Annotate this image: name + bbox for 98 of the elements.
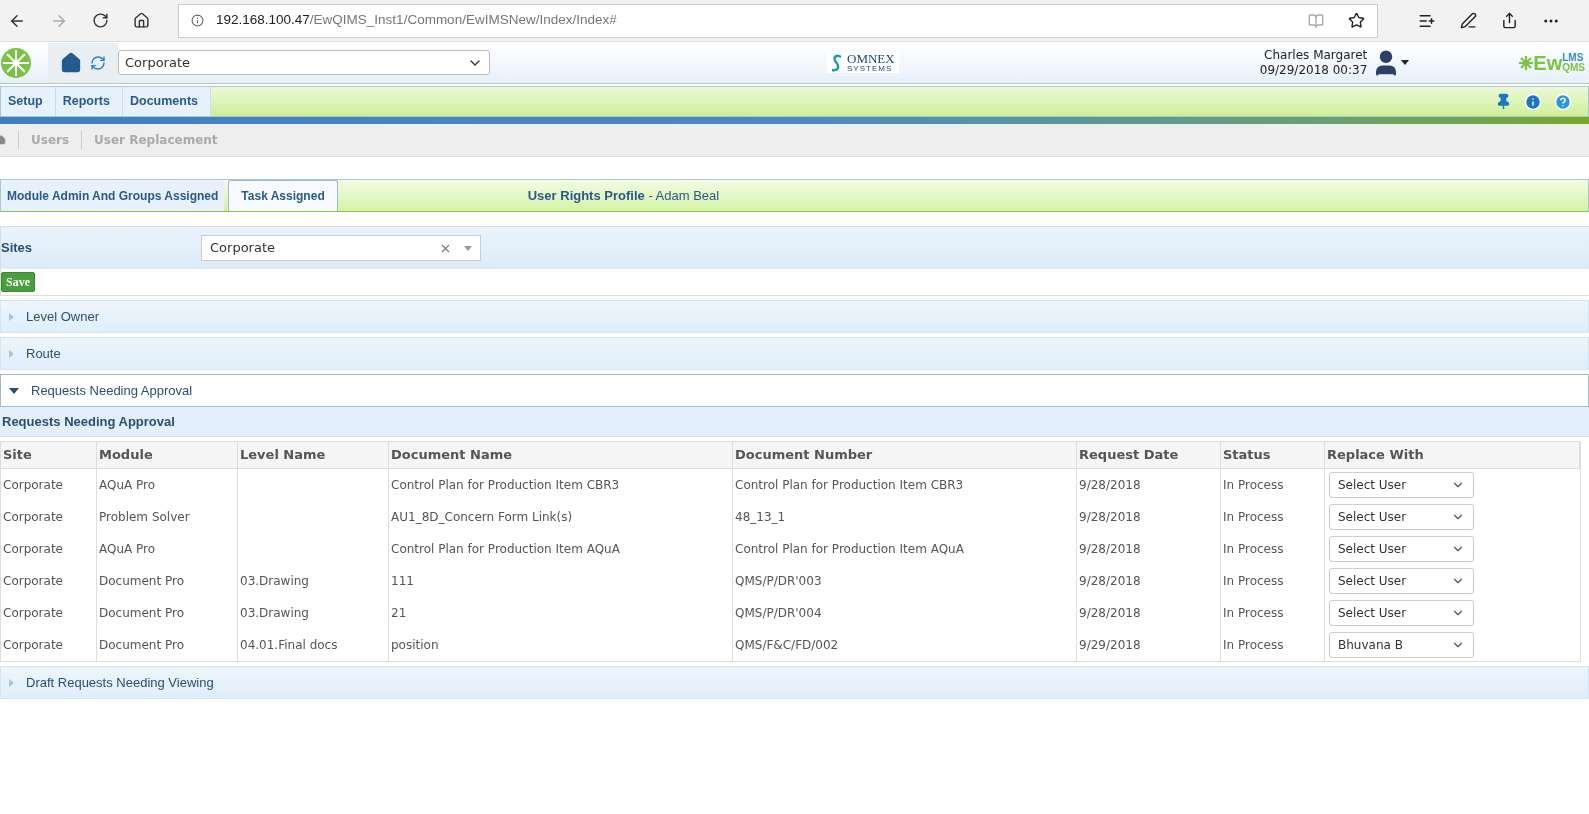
omnex-mark-icon bbox=[831, 53, 843, 72]
column-header: Site bbox=[1, 442, 97, 468]
table-cell-text: 9/28/2018 bbox=[1079, 509, 1141, 526]
user-select[interactable]: Select User bbox=[1329, 600, 1474, 626]
table-cell-text: 9/28/2018 bbox=[1079, 605, 1141, 622]
column-header: Document Number bbox=[733, 442, 1077, 468]
user-select[interactable]: Select User bbox=[1329, 504, 1474, 530]
column-header: Module bbox=[97, 442, 238, 468]
table-cell-text: Document Pro bbox=[99, 637, 185, 654]
logo-subtext: SYSTEMS bbox=[847, 65, 894, 73]
caret-down-icon[interactable] bbox=[1401, 60, 1410, 65]
column-header: Status bbox=[1221, 442, 1325, 468]
table-cell-text: Corporate bbox=[3, 637, 63, 654]
table-cell-text: QMS/F&C/FD/002 bbox=[735, 637, 839, 654]
table-cell-text: position bbox=[391, 637, 439, 654]
menu-item[interactable]: Setup bbox=[1, 87, 56, 116]
pin-icon[interactable] bbox=[1495, 93, 1512, 110]
user-select[interactable]: Select User bbox=[1329, 568, 1474, 594]
table-cell-text: 9/28/2018 bbox=[1079, 477, 1141, 494]
table-cell-text: 111 bbox=[391, 573, 414, 590]
caret-down-icon bbox=[9, 387, 19, 394]
url-text: 192.168.100.47/EwQIMS_Inst1/Common/EwIMSNew/Index/Index# bbox=[216, 11, 618, 30]
sites-label: Sites bbox=[1, 239, 34, 258]
table-cell-text: In Process bbox=[1223, 541, 1284, 558]
user-select[interactable]: Select User bbox=[1329, 472, 1474, 498]
table-cell-text: Document Pro bbox=[99, 573, 185, 590]
section-title: Draft Requests Needing Viewing bbox=[26, 673, 214, 692]
table-cell-text: 03.Drawing bbox=[240, 605, 309, 622]
user-name: Charles Margaret bbox=[1264, 47, 1368, 63]
column-header: Request Date bbox=[1077, 442, 1221, 468]
site-select[interactable]: Corporate bbox=[118, 50, 490, 75]
logo-text: OMNEX bbox=[847, 52, 895, 65]
section-title: Level Owner bbox=[26, 307, 99, 326]
table-cell-text: 48_13_1 bbox=[735, 509, 786, 526]
table-cell-text: Problem Solver bbox=[99, 509, 190, 526]
snowflake-logo-icon bbox=[0, 46, 32, 79]
section-header[interactable]: Route bbox=[0, 337, 1589, 370]
refresh-icon[interactable] bbox=[92, 12, 109, 29]
address-bar[interactable]: 192.168.100.47/EwQIMS_Inst1/Common/EwIMSNew/Index/Index# bbox=[178, 3, 1378, 38]
subsection-header: Requests Needing Approval bbox=[0, 407, 1589, 437]
tab[interactable]: Module Admin And Groups Assigned bbox=[1, 180, 225, 211]
section-header[interactable]: Requests Needing Approval bbox=[0, 374, 1589, 407]
column-header: Level Name bbox=[238, 442, 389, 468]
table-cell-text: AU1_8D_Concern Form Link(s) bbox=[391, 509, 573, 526]
section-header[interactable]: Draft Requests Needing Viewing bbox=[0, 666, 1589, 699]
table-cell-text: In Process bbox=[1223, 477, 1284, 494]
caret-right-icon bbox=[9, 678, 14, 687]
share-icon[interactable] bbox=[1501, 12, 1518, 29]
caret-right-icon bbox=[9, 312, 14, 321]
menu-item[interactable]: Documents bbox=[122, 87, 212, 116]
table-cell-text: Control Plan for Production Item CBR3 bbox=[391, 477, 620, 494]
info-icon bbox=[191, 14, 204, 27]
brand-top-text: LMS bbox=[1562, 52, 1584, 63]
table-cell-text: Control Plan for Production Item CBR3 bbox=[735, 477, 964, 494]
table-cell-text: 04.01.Final docs bbox=[240, 637, 338, 654]
asterisk-logo-icon bbox=[1519, 55, 1534, 70]
table-cell-text: AQuA Pro bbox=[99, 541, 156, 558]
sites-select[interactable]: Corporate bbox=[201, 235, 481, 261]
home-icon[interactable] bbox=[133, 12, 150, 29]
table-cell-text: Control Plan for Production Item AQuA bbox=[735, 541, 964, 558]
favorite-icon[interactable] bbox=[1348, 12, 1365, 29]
table-cell-text: Document Pro bbox=[99, 605, 185, 622]
table-cell-text: AQuA Pro bbox=[99, 477, 156, 494]
section-title: Requests Needing Approval bbox=[31, 381, 193, 400]
column-header: Document Name bbox=[389, 442, 733, 468]
table-cell-text: 9/28/2018 bbox=[1079, 573, 1141, 590]
table-cell-text: In Process bbox=[1223, 509, 1284, 526]
section-title: Route bbox=[26, 344, 61, 363]
column-header: Replace With bbox=[1325, 442, 1580, 468]
brand-bottom-text: QMS bbox=[1562, 62, 1585, 73]
table-cell-text: In Process bbox=[1223, 573, 1284, 590]
profile-title: User Rights Profile - Adam Beal bbox=[527, 186, 720, 205]
pen-icon[interactable] bbox=[1460, 12, 1477, 29]
table-cell-text: QMS/P/DR'003 bbox=[735, 573, 822, 590]
table-cell-text: Corporate bbox=[3, 509, 63, 526]
table-cell-text: 21 bbox=[391, 605, 407, 622]
table-cell-text: Corporate bbox=[3, 605, 63, 622]
table-cell-text: Corporate bbox=[3, 573, 63, 590]
user-select[interactable]: Bhuvana B bbox=[1329, 632, 1474, 658]
table-cell-text: In Process bbox=[1223, 637, 1284, 654]
brand-text: Ew bbox=[1533, 50, 1563, 76]
menu-item[interactable]: Reports bbox=[55, 87, 123, 116]
info-icon[interactable] bbox=[1524, 92, 1542, 111]
table-cell-text: QMS/P/DR'004 bbox=[735, 605, 822, 622]
login-datetime: 09/29/2018 00:37 bbox=[1259, 62, 1368, 78]
table-cell-text: 9/28/2018 bbox=[1079, 541, 1141, 558]
table-cell-text: Control Plan for Production Item AQuA bbox=[391, 541, 620, 558]
caret-right-icon bbox=[9, 349, 14, 358]
table-cell-text: Corporate bbox=[3, 541, 63, 558]
table-cell-text: In Process bbox=[1223, 605, 1284, 622]
table-cell-text: 03.Drawing bbox=[240, 573, 309, 590]
help-icon[interactable] bbox=[1554, 92, 1572, 111]
section-header[interactable]: Level Owner bbox=[0, 300, 1589, 333]
user-select[interactable]: Select User bbox=[1329, 536, 1474, 562]
home-icon[interactable] bbox=[60, 51, 82, 74]
table-cell-text: 9/29/2018 bbox=[1079, 637, 1141, 654]
tab[interactable]: Task Assigned bbox=[228, 180, 338, 211]
table-cell-text: Corporate bbox=[3, 477, 63, 494]
